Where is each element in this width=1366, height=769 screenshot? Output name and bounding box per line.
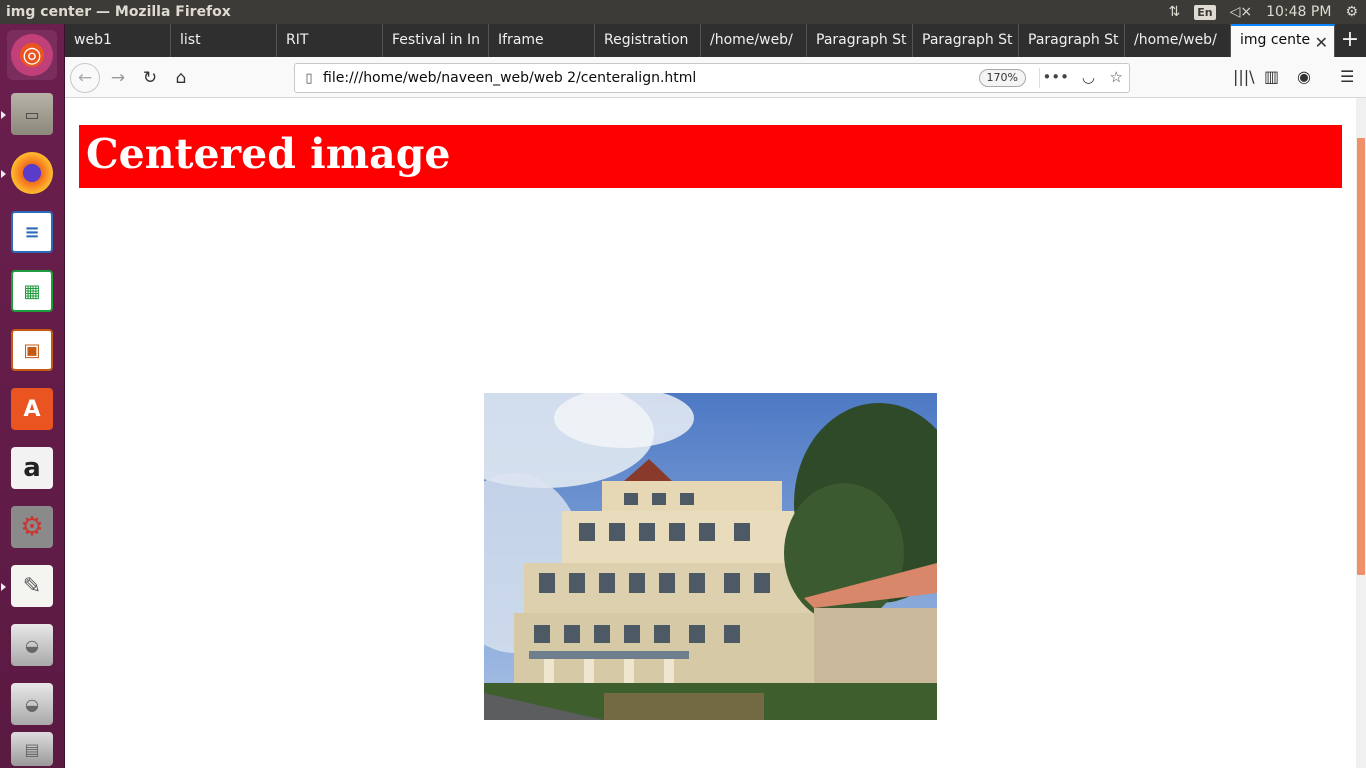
tab-label: RIT bbox=[286, 32, 309, 48]
amazon-icon[interactable]: a bbox=[7, 443, 57, 493]
ubuntu-dash-icon[interactable]: ◎ bbox=[7, 30, 57, 80]
close-tab-icon[interactable]: ✕ bbox=[1315, 33, 1328, 52]
home-icon[interactable]: ⌂ bbox=[166, 63, 196, 93]
scrollbar-thumb[interactable] bbox=[1357, 138, 1365, 575]
volume-muted-icon[interactable]: ◁× bbox=[1230, 4, 1253, 20]
url-text[interactable]: file:///home/web/naveen_web/web 2/center… bbox=[323, 70, 696, 86]
tab[interactable]: Paragraph St bbox=[807, 24, 913, 57]
nav-bar: ← → ↻ ⌂ ▯ file:///home/web/naveen_web/we… bbox=[65, 57, 1366, 98]
drive-icon[interactable]: ◒ bbox=[7, 620, 57, 670]
tab-label: /home/web/ bbox=[1134, 32, 1217, 48]
url-separator bbox=[1039, 68, 1040, 88]
top-panel: img center — Mozilla Firefox ⇅ En ◁× 10:… bbox=[0, 0, 1366, 24]
tab[interactable]: Festival in In bbox=[383, 24, 489, 57]
settings-gear-icon[interactable]: ⚙ bbox=[1345, 4, 1358, 20]
building-photo bbox=[484, 393, 937, 720]
vertical-scrollbar[interactable] bbox=[1356, 98, 1366, 768]
page-content: Centered image bbox=[65, 98, 1356, 768]
clock[interactable]: 10:48 PM bbox=[1266, 4, 1331, 20]
tab[interactable]: /home/web/ bbox=[701, 24, 807, 57]
tab-label: Paragraph St bbox=[816, 32, 907, 48]
files-icon[interactable]: ▭ bbox=[7, 89, 57, 139]
system-indicators: ⇅ En ◁× 10:48 PM ⚙ bbox=[1169, 0, 1358, 24]
libreoffice-calc-icon[interactable]: ▦ bbox=[7, 266, 57, 316]
tab-strip: web1 list RIT Festival in In Iframe Regi… bbox=[65, 24, 1366, 57]
bookmark-star-icon[interactable]: ☆ bbox=[1110, 68, 1123, 86]
page-heading: Centered image bbox=[79, 125, 1342, 188]
tab[interactable]: Paragraph St bbox=[1019, 24, 1125, 57]
zoom-level-badge[interactable]: 170% bbox=[978, 69, 1026, 87]
launcher: ◎ ▭ ≡ ▦ ▣ A a ⚙ ✎ ◒ ◒ ▤ bbox=[0, 24, 65, 768]
back-arrow-icon[interactable]: ← bbox=[70, 63, 100, 93]
tab-label: /home/web/ bbox=[710, 32, 793, 48]
library-icon[interactable]: |||\ bbox=[1233, 67, 1255, 86]
tab-label: Iframe bbox=[498, 32, 544, 48]
tab-label: Paragraph St bbox=[1028, 32, 1119, 48]
drive-icon[interactable]: ◒ bbox=[7, 679, 57, 729]
ubuntu-software-icon[interactable]: A bbox=[7, 384, 57, 434]
sidebar-icon[interactable]: ▥ bbox=[1264, 67, 1279, 86]
account-icon[interactable]: ◉ bbox=[1297, 67, 1311, 86]
tab[interactable]: Paragraph St bbox=[913, 24, 1019, 57]
firefox-icon[interactable] bbox=[7, 148, 57, 198]
system-settings-icon[interactable]: ⚙ bbox=[7, 502, 57, 552]
tab[interactable]: list bbox=[171, 24, 277, 57]
trash-icon[interactable]: ▤ bbox=[7, 729, 57, 769]
tab-label: web1 bbox=[74, 32, 112, 48]
forward-arrow-icon[interactable]: → bbox=[103, 63, 133, 93]
tab[interactable]: RIT bbox=[277, 24, 383, 57]
keyboard-layout-indicator[interactable]: En bbox=[1194, 4, 1216, 20]
libreoffice-writer-icon[interactable]: ≡ bbox=[7, 207, 57, 257]
url-bar[interactable]: ▯ file:///home/web/naveen_web/web 2/cent… bbox=[294, 63, 1130, 93]
pocket-icon[interactable]: ◡ bbox=[1082, 68, 1095, 86]
page-icon[interactable]: ▯ bbox=[295, 71, 323, 86]
tab[interactable]: web1 bbox=[65, 24, 171, 57]
libreoffice-impress-icon[interactable]: ▣ bbox=[7, 325, 57, 375]
tab-label: Festival in In bbox=[392, 32, 480, 48]
reload-icon[interactable]: ↻ bbox=[135, 63, 165, 93]
network-icon[interactable]: ⇅ bbox=[1169, 4, 1181, 20]
menu-icon[interactable]: ☰ bbox=[1340, 67, 1354, 86]
new-tab-icon[interactable]: + bbox=[1335, 24, 1365, 57]
tab-label: Paragraph St bbox=[922, 32, 1013, 48]
page-actions-icon[interactable]: ••• bbox=[1042, 68, 1069, 86]
tab[interactable]: Registration bbox=[595, 24, 701, 57]
window-title: img center — Mozilla Firefox bbox=[6, 4, 231, 20]
tab-label: list bbox=[180, 32, 201, 48]
tab[interactable]: /home/web/ bbox=[1125, 24, 1231, 57]
text-editor-icon[interactable]: ✎ bbox=[7, 561, 57, 611]
tab-active[interactable]: img cente ✕ bbox=[1231, 24, 1335, 57]
tab[interactable]: Iframe bbox=[489, 24, 595, 57]
tab-label: img cente bbox=[1240, 32, 1311, 48]
tab-label: Registration bbox=[604, 32, 689, 48]
